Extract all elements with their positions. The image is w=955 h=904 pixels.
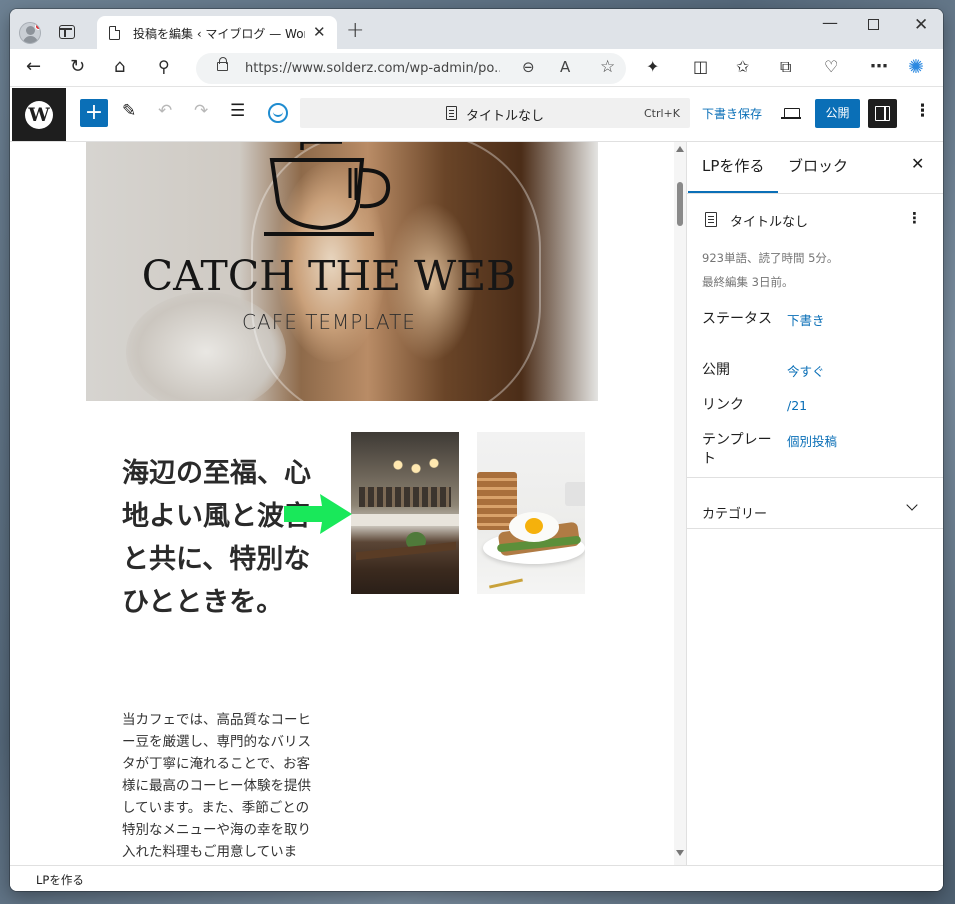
- coffee-cup-logo-icon: [264, 142, 391, 236]
- scroll-up-arrow-icon[interactable]: [676, 146, 684, 152]
- scroll-down-arrow-icon[interactable]: [676, 850, 684, 856]
- address-bar[interactable]: https://www.solderz.com/wp-admin/po... ⊖…: [196, 53, 626, 84]
- extensions-icon[interactable]: ✦: [646, 56, 659, 78]
- add-block-button[interactable]: +: [80, 99, 108, 127]
- settings-sidebar: LPを作る ブロック ✕ タイトルなし ⋮ 923単語、読了時間 5分。 最終編…: [686, 142, 943, 865]
- tab-actions-icon[interactable]: [59, 25, 75, 39]
- options-menu-icon[interactable]: ⋮: [914, 101, 931, 121]
- scroll-thumb[interactable]: [677, 182, 683, 226]
- wordpress-logo-button[interactable]: W: [12, 88, 66, 141]
- document-icon: [446, 106, 457, 120]
- command-shortcut: Ctrl+K: [643, 107, 680, 120]
- word-count: 923単語、読了時間 5分。: [702, 251, 839, 265]
- save-draft-button[interactable]: 下書き保存: [702, 105, 762, 122]
- hero-image[interactable]: CATCH THE WEB CAFE TEMPLATE: [86, 142, 598, 401]
- breadcrumb[interactable]: LPを作る: [36, 872, 84, 888]
- headline-heading[interactable]: 海辺の至福、心地よい風と波音と共に、特別なひとときを。: [122, 452, 312, 624]
- chevron-down-icon[interactable]: [906, 499, 918, 511]
- url-text[interactable]: https://www.solderz.com/wp-admin/po...: [245, 61, 500, 76]
- zoom-icon[interactable]: ⊖: [522, 58, 535, 76]
- last-edited: 最終編集 3日前。: [702, 275, 794, 289]
- post-actions-icon[interactable]: ⋮: [907, 209, 922, 227]
- navigation-bar: ← ↻ ⌂ ⚲ https://www.solderz.com/wp-admin…: [10, 49, 943, 87]
- template-label: テンプレート: [702, 432, 772, 467]
- post-title: タイトルなし: [730, 215, 809, 230]
- search-icon[interactable]: ⚲: [158, 56, 170, 78]
- document-title: タイトルなし: [466, 109, 545, 124]
- link-value[interactable]: /21: [787, 398, 807, 413]
- favorite-star-icon[interactable]: ☆: [600, 57, 615, 77]
- tab-lp[interactable]: LPを作る: [687, 155, 779, 193]
- close-window-button[interactable]: ✕: [914, 15, 928, 35]
- template-value[interactable]: 個別投稿: [787, 431, 837, 450]
- tab-block[interactable]: ブロック: [788, 155, 848, 176]
- hero-title: CATCH THE WEB: [141, 252, 517, 300]
- sidebar-tabs: LPを作る ブロック ✕: [687, 142, 943, 194]
- settings-more-icon[interactable]: ⋯: [870, 56, 888, 78]
- post-document-icon: [705, 212, 717, 227]
- editor-canvas: CATCH THE WEB CAFE TEMPLATE 海辺の至福、心地よい風と…: [10, 142, 686, 865]
- browser-essentials-icon[interactable]: ♡: [824, 56, 838, 78]
- back-arrow-icon[interactable]: ←: [26, 56, 41, 78]
- publish-button[interactable]: 公開: [815, 99, 860, 128]
- title-bar: 投稿を編集 ‹ マイブログ — WordPress ✕ + — ✕: [10, 9, 943, 49]
- browser-tab[interactable]: 投稿を編集 ‹ マイブログ — WordPress ✕: [97, 16, 337, 49]
- tab-title: 投稿を編集 ‹ マイブログ — WordPress: [133, 27, 305, 41]
- browser-window: 投稿を編集 ‹ マイブログ — WordPress ✕ + — ✕ ← ↻ ⌂ …: [10, 9, 943, 891]
- profile-avatar-icon[interactable]: [19, 22, 41, 44]
- cafe-interior-image[interactable]: [351, 432, 459, 594]
- favorites-icon[interactable]: ✩: [736, 56, 749, 78]
- body-paragraph[interactable]: 当カフェでは、高品質なコーヒー豆を厳選し、専門的なバリスタが丁寧に淹れることで、…: [122, 709, 317, 865]
- sidebar-divider: [687, 528, 943, 529]
- lock-icon[interactable]: [217, 57, 228, 71]
- page-document-icon: [109, 26, 120, 40]
- status-value[interactable]: 下書き: [787, 310, 825, 329]
- pencil-tools-icon[interactable]: ✎: [122, 101, 136, 121]
- link-label: リンク: [702, 397, 744, 413]
- wordpress-logo-icon: W: [25, 101, 53, 129]
- annotation-arrow-icon: [284, 494, 352, 534]
- block-breadcrumb-bar: LPを作る: [10, 865, 943, 891]
- home-icon[interactable]: ⌂: [114, 56, 125, 78]
- editor-toolbar: W + ✎ ↶ ↷ ☰ タイトルなし Ctrl+K 下書き保存 公開 ⋮: [10, 87, 943, 142]
- split-screen-icon[interactable]: ◫: [693, 56, 708, 78]
- publish-value[interactable]: 今すぐ: [787, 361, 825, 380]
- category-panel-toggle[interactable]: カテゴリー: [702, 503, 767, 522]
- preview-laptop-icon[interactable]: [781, 108, 801, 119]
- publish-label: 公開: [702, 362, 730, 378]
- undo-icon[interactable]: ↶: [158, 101, 172, 121]
- collections-icon[interactable]: ⧉: [780, 56, 791, 78]
- document-overview-icon[interactable]: ☰: [230, 101, 245, 121]
- settings-sidebar-toggle-icon[interactable]: [868, 99, 897, 128]
- status-label: ステータス: [702, 311, 772, 327]
- minimize-button[interactable]: —: [822, 13, 838, 32]
- canvas-scrollbar[interactable]: [674, 142, 686, 865]
- copilot-icon[interactable]: ✺: [908, 56, 924, 78]
- egg-toast-image[interactable]: [477, 432, 585, 594]
- close-sidebar-icon[interactable]: ✕: [911, 154, 924, 173]
- maximize-button[interactable]: [868, 19, 879, 30]
- command-palette-bar[interactable]: タイトルなし Ctrl+K: [300, 98, 690, 128]
- refresh-icon[interactable]: ↻: [70, 56, 85, 78]
- jetpack-icon[interactable]: [268, 103, 288, 123]
- redo-icon[interactable]: ↷: [194, 101, 208, 121]
- new-tab-button[interactable]: +: [346, 18, 364, 43]
- hero-subtitle: CAFE TEMPLATE: [242, 310, 416, 334]
- tab-close-icon[interactable]: ✕: [313, 23, 326, 41]
- read-aloud-icon[interactable]: A: [560, 58, 570, 76]
- sidebar-divider: [687, 477, 943, 478]
